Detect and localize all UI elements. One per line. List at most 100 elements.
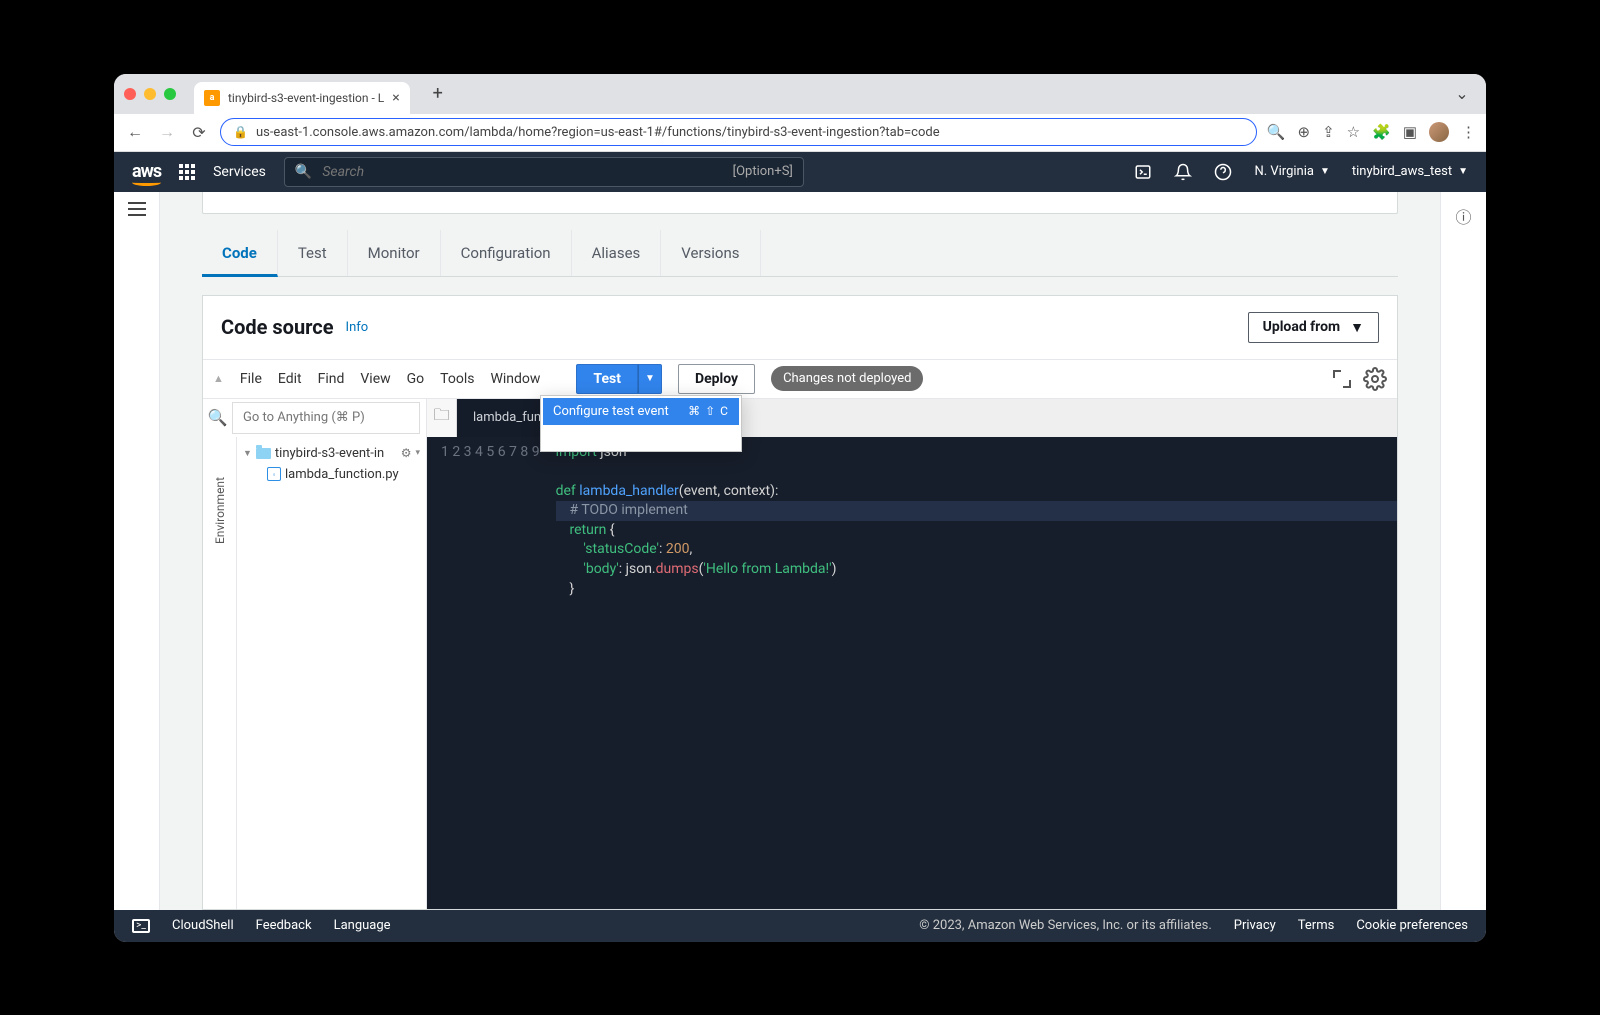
gear-icon[interactable] [1363,367,1387,391]
test-dropdown-toggle[interactable]: ▼ [638,364,662,394]
panel-icon[interactable]: ▣ [1403,123,1417,141]
collapse-icon[interactable]: ▲ [213,372,224,385]
folder-tab-icon[interactable]: 🗀 [427,399,457,437]
services-grid-icon[interactable] [179,164,195,180]
menu-window[interactable]: Window [490,371,540,387]
bookmark-icon[interactable]: ☆ [1347,123,1360,141]
tabs-dropdown-icon[interactable]: ⌄ [1448,80,1476,108]
browser-toolbar: ← → ⟳ 🔒 us-east-1.console.aws.amazon.com… [114,114,1486,152]
close-window-icon[interactable] [124,88,136,100]
aws-footer: >_ CloudShell Feedback Language © 2023, … [114,910,1486,942]
language-link[interactable]: Language [334,918,391,933]
window-controls[interactable] [124,88,176,100]
tab-configuration[interactable]: Configuration [441,230,572,276]
menu-tools[interactable]: Tools [440,371,474,387]
region-selector[interactable]: N. Virginia ▼ [1254,164,1329,179]
search-in-page-icon[interactable]: 🔍 [1267,123,1286,141]
search-shortcut-hint: [Option+S] [733,164,793,179]
menu-file[interactable]: File [240,371,262,387]
python-file-icon: ◦ [267,467,281,481]
deploy-button[interactable]: Deploy [678,364,755,394]
lock-icon: 🔒 [233,125,248,139]
feedback-link[interactable]: Feedback [256,918,312,933]
account-selector[interactable]: tinybird_aws_test ▼ [1352,164,1468,179]
code-body[interactable]: import json def lambda_handler(event, co… [550,437,1397,909]
search-icon[interactable]: 🔍 [203,408,232,427]
cloudshell-link[interactable]: CloudShell [172,918,234,933]
cookie-preferences-link[interactable]: Cookie preferences [1356,918,1468,933]
browser-tab-strip: a tinybird-s3-event-ingestion - L × + ⌄ [114,74,1486,114]
menu-go[interactable]: Go [407,371,425,387]
chevron-down-icon: ▼ [1458,166,1468,177]
chevron-down-icon[interactable]: ▼ [243,448,252,459]
services-link[interactable]: Services [213,164,266,180]
aws-top-nav: aws Services 🔍 [Option+S] N. Virginia ▼ … [114,152,1486,192]
configure-test-event-label: Configure test event [553,404,669,419]
cloudshell-icon[interactable] [1134,163,1152,181]
help-icon[interactable] [1214,163,1232,181]
privacy-link[interactable]: Privacy [1234,918,1276,933]
cloud9-toolbar: ▲ File Edit Find View Go Tools Window Te… [203,359,1397,398]
code-editor[interactable]: 1 2 3 4 5 6 7 8 9 import json def lambda… [427,437,1397,909]
fullscreen-window-icon[interactable] [164,88,176,100]
copyright-text: © 2023, Amazon Web Services, Inc. or its… [919,918,1212,933]
terms-link[interactable]: Terms [1298,918,1335,933]
aws-search-input[interactable] [322,164,722,180]
tab-code[interactable]: Code [202,230,278,277]
tree-folder-row[interactable]: ▼ tinybird-s3-event-in ⚙ ▾ [239,443,424,464]
upload-from-button[interactable]: Upload from ▼ [1248,312,1379,343]
file-explorer: ▼ tinybird-s3-event-in ⚙ ▾ ◦ lambda_func… [237,437,427,909]
line-number-gutter: 1 2 3 4 5 6 7 8 9 [427,437,550,909]
left-collapse-gutter[interactable] [114,192,160,910]
test-button[interactable]: Test [576,364,638,394]
region-label: N. Virginia [1254,164,1314,179]
tab-monitor[interactable]: Monitor [348,230,441,276]
test-button-group: Test ▼ [576,364,662,394]
zoom-icon[interactable]: ⊕ [1298,123,1311,141]
aws-search[interactable]: 🔍 [Option+S] [284,157,804,187]
profile-avatar[interactable] [1429,122,1449,142]
info-icon[interactable]: ⓘ [1455,204,1471,228]
fullscreen-icon[interactable] [1333,370,1351,388]
search-icon: 🔍 [295,164,312,180]
url-text: us-east-1.console.aws.amazon.com/lambda/… [256,125,940,140]
back-icon[interactable]: ← [124,122,146,142]
configure-test-event-item[interactable]: Configure test event ⌘ ⇧ C [543,398,739,425]
notifications-icon[interactable] [1174,163,1192,181]
tree-folder-name: tinybird-s3-event-in [275,446,384,461]
browser-menu-icon[interactable]: ⋮ [1461,123,1476,141]
dropdown-spacer [543,425,739,449]
menu-view[interactable]: View [360,371,390,387]
address-bar[interactable]: 🔒 us-east-1.console.aws.amazon.com/lambd… [220,118,1257,146]
tree-file-row[interactable]: ◦ lambda_function.py [239,464,424,485]
code-source-heading: Code source [221,315,334,339]
info-link[interactable]: Info [346,320,369,335]
extensions-icon[interactable]: 🧩 [1372,123,1391,141]
test-dropdown-menu: Configure test event ⌘ ⇧ C [540,395,742,452]
minimize-window-icon[interactable] [144,88,156,100]
upload-from-label: Upload from [1263,319,1341,335]
reload-icon[interactable]: ⟳ [188,123,210,142]
hamburger-icon[interactable] [128,202,146,216]
tab-versions[interactable]: Versions [661,230,760,276]
new-tab-button[interactable]: + [424,80,452,108]
close-tab-icon[interactable]: × [392,90,399,106]
tab-aliases[interactable]: Aliases [572,230,662,276]
changes-status-pill: Changes not deployed [771,366,923,391]
goto-anything-input[interactable] [232,402,420,434]
right-info-gutter[interactable]: ⓘ [1440,192,1486,910]
configure-test-event-shortcut: ⌘ ⇧ C [688,404,729,418]
browser-tab-active[interactable]: a tinybird-s3-event-ingestion - L × [194,82,410,114]
environment-sidebar[interactable]: Environment [203,437,237,909]
forward-icon[interactable]: → [156,122,178,142]
menu-edit[interactable]: Edit [278,371,302,387]
chevron-down-icon[interactable]: ▾ [415,448,420,458]
aws-logo[interactable]: aws [132,161,161,182]
menu-find[interactable]: Find [318,371,345,387]
share-icon[interactable]: ⇪ [1322,123,1335,141]
gear-icon[interactable]: ⚙ [401,446,412,460]
account-label: tinybird_aws_test [1352,164,1452,179]
cloudshell-icon[interactable]: >_ [132,919,150,933]
chevron-down-icon: ▼ [1350,319,1364,336]
tab-test[interactable]: Test [278,230,348,276]
